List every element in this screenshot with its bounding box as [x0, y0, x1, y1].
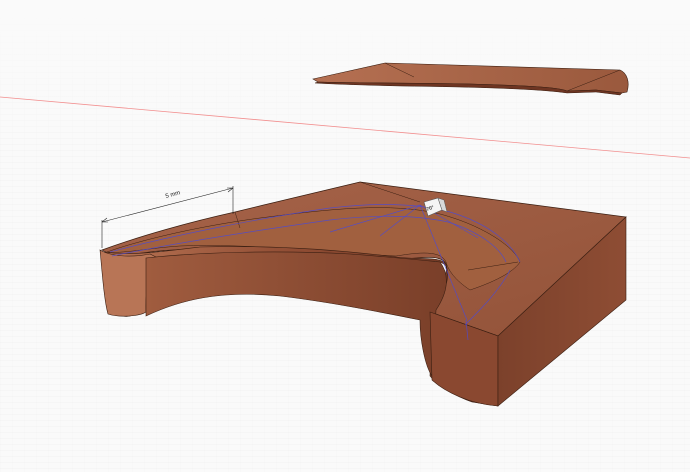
3d-viewport[interactable]: 5 mm 70° — [0, 0, 690, 472]
scene-canvas[interactable]: 5 mm 70° — [0, 0, 690, 472]
